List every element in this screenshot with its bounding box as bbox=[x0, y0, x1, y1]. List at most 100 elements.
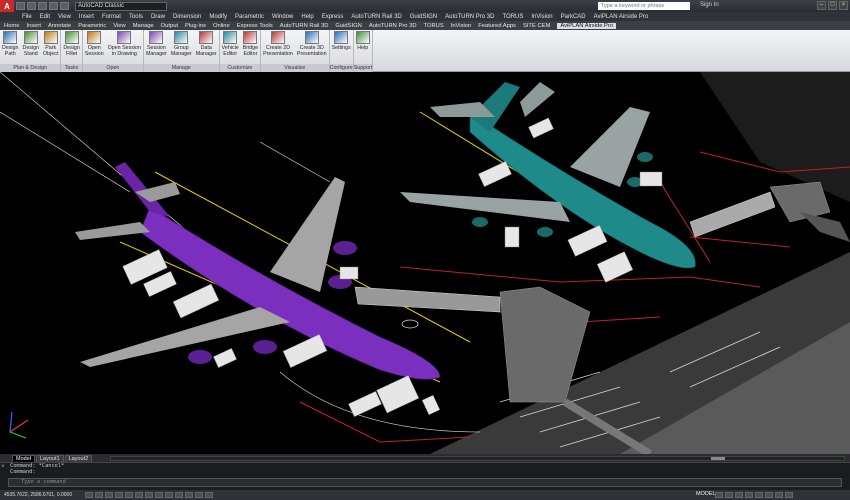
tab-output[interactable]: Output bbox=[161, 23, 178, 29]
open-icon[interactable] bbox=[27, 2, 36, 10]
ribbon-group-visualize: Create 2D Presentation Create 3D Presenta… bbox=[261, 30, 330, 72]
tab-featured-apps[interactable]: Featured Apps bbox=[478, 23, 516, 29]
dynamic-input-icon[interactable] bbox=[175, 492, 183, 498]
tab-aviplan-airside-pro[interactable]: AviPLAN Airside Pro bbox=[557, 22, 617, 29]
isolate-objects-icon[interactable] bbox=[765, 492, 773, 498]
object-snap-icon[interactable] bbox=[135, 492, 143, 498]
quick-properties-icon[interactable] bbox=[205, 492, 213, 498]
infer-constraints-icon[interactable] bbox=[85, 492, 93, 498]
bridge-editor-icon bbox=[243, 31, 258, 44]
help-button[interactable]: Help bbox=[354, 31, 372, 64]
tab-view[interactable]: View bbox=[113, 23, 125, 29]
menu-parkcad[interactable]: ParkCAD bbox=[561, 14, 586, 20]
hardware-acceleration-icon[interactable] bbox=[755, 492, 763, 498]
menu-edit[interactable]: Edit bbox=[40, 14, 50, 20]
model-space-label[interactable]: MODEL bbox=[696, 491, 716, 497]
maximize-icon[interactable]: □ bbox=[828, 1, 837, 10]
transparency-icon[interactable] bbox=[195, 492, 203, 498]
menu-parametric[interactable]: Parametric bbox=[235, 14, 264, 20]
layout-tab-layout2[interactable]: Layout2 bbox=[64, 455, 93, 462]
menu-help[interactable]: Help bbox=[301, 14, 313, 20]
menu-autoturn-pro-3d[interactable]: AutoTURN Pro 3D bbox=[445, 14, 494, 20]
status-bar-menu-icon[interactable] bbox=[775, 492, 783, 498]
tab-guidsign[interactable]: GuidSIGN bbox=[335, 23, 361, 29]
ribbon-group-configure: Settings Configure bbox=[329, 30, 354, 72]
3d-object-snap-icon[interactable] bbox=[145, 492, 153, 498]
ribbon-button-label: Bridge Editor bbox=[242, 45, 259, 57]
workspace-switching-icon[interactable] bbox=[735, 492, 743, 498]
lock-icon[interactable] bbox=[745, 492, 753, 498]
menu-file[interactable]: File bbox=[22, 14, 32, 20]
menu-invision[interactable]: InVision bbox=[531, 14, 552, 20]
polar-tracking-icon[interactable] bbox=[125, 492, 133, 498]
menu-draw[interactable]: Draw bbox=[151, 14, 165, 20]
menu-window[interactable]: Window bbox=[272, 14, 293, 20]
tab-torus[interactable]: TORUS bbox=[424, 23, 444, 29]
tab-invision[interactable]: InVision bbox=[451, 23, 472, 29]
lineweight-icon[interactable] bbox=[185, 492, 193, 498]
open-session-in-drawing-button[interactable]: Open Session in Drawing bbox=[106, 31, 143, 64]
layout-tab-layout1[interactable]: Layout1 bbox=[35, 455, 64, 462]
sign-in-link[interactable]: Sign In bbox=[700, 2, 719, 8]
close-icon[interactable]: × bbox=[1, 464, 5, 470]
create-3d-presentation-button[interactable]: Create 3D Presentation bbox=[295, 31, 329, 64]
park-object-button[interactable]: Park Object bbox=[41, 31, 60, 64]
clean-screen-icon[interactable] bbox=[785, 492, 793, 498]
search-input[interactable]: Type a keyword or phrase bbox=[598, 2, 690, 10]
object-snap-tracking-icon[interactable] bbox=[155, 492, 163, 498]
ribbon-group-title: Configure bbox=[329, 64, 353, 72]
minimize-icon[interactable]: – bbox=[817, 1, 826, 10]
tab-autoturn-rail-3d[interactable]: AutoTURN Rail 3D bbox=[280, 23, 329, 29]
tab-home[interactable]: Home bbox=[4, 23, 19, 29]
layout-tab-model[interactable]: Model bbox=[12, 455, 35, 462]
tab-manage[interactable]: Manage bbox=[133, 23, 154, 29]
tab-insert[interactable]: Insert bbox=[26, 23, 41, 29]
menu-tools[interactable]: Tools bbox=[129, 14, 143, 20]
undo-icon[interactable] bbox=[49, 2, 58, 10]
tab-site-cem[interactable]: SITE CEM bbox=[523, 23, 550, 29]
design-path-button[interactable]: Design Path bbox=[0, 31, 21, 64]
tab-online[interactable]: Online bbox=[213, 23, 230, 29]
snap-mode-icon[interactable] bbox=[95, 492, 103, 498]
menu-guidsign[interactable]: GuidSIGN bbox=[410, 14, 437, 20]
app-menu-button[interactable]: A bbox=[0, 0, 14, 12]
drawing-viewport[interactable] bbox=[0, 72, 850, 454]
menu-aviplan-airside-pro[interactable]: AviPLAN Airside Pro bbox=[594, 14, 649, 20]
menu-torus[interactable]: TORUS bbox=[502, 14, 523, 20]
workspace-select[interactable]: AutoCAD Classic bbox=[75, 1, 167, 11]
create-2d-presentation-button[interactable]: Create 2D Presentation bbox=[261, 31, 295, 64]
bridge-editor-button[interactable]: Bridge Editor bbox=[241, 31, 260, 64]
scroll-thumb[interactable] bbox=[711, 457, 725, 460]
redo-icon[interactable] bbox=[60, 2, 69, 10]
close-icon[interactable]: × bbox=[839, 1, 848, 10]
menu-modify[interactable]: Modify bbox=[209, 14, 227, 20]
menu-autoturn-rail-3d[interactable]: AutoTURN Rail 3D bbox=[351, 14, 401, 20]
tab-annotate[interactable]: Annotate bbox=[48, 23, 71, 29]
tab-autoturn-pro-3d[interactable]: AutoTURN Pro 3D bbox=[369, 23, 417, 29]
settings-button[interactable]: Settings bbox=[330, 31, 353, 64]
tab-parametric[interactable]: Parametric bbox=[78, 23, 106, 29]
annotation-scale-icon[interactable] bbox=[725, 492, 733, 498]
command-input[interactable]: Type a command bbox=[8, 478, 842, 487]
design-stand-button[interactable]: Design Stand bbox=[21, 31, 42, 64]
dynamic-ucs-icon[interactable] bbox=[165, 492, 173, 498]
menu-express[interactable]: Express bbox=[322, 14, 344, 20]
design-fillet-button[interactable]: Design Fillet bbox=[61, 31, 82, 64]
open-session-button[interactable]: Open Session bbox=[83, 31, 106, 64]
save-icon[interactable] bbox=[38, 2, 47, 10]
menu-format[interactable]: Format bbox=[102, 14, 121, 20]
vehicle-editor-button[interactable]: Vehicle Editor bbox=[220, 31, 241, 64]
menu-insert[interactable]: Insert bbox=[79, 14, 94, 20]
grid-display-icon[interactable] bbox=[105, 492, 113, 498]
data-manager-button[interactable]: Data Manager bbox=[194, 31, 219, 64]
tab-express-tools[interactable]: Express Tools bbox=[237, 23, 273, 29]
tab-plug-ins[interactable]: Plug-ins bbox=[185, 23, 206, 29]
group-manager-button[interactable]: Group Manager bbox=[169, 31, 194, 64]
horizontal-scrollbar[interactable] bbox=[110, 456, 845, 461]
session-manager-button[interactable]: Session Manager bbox=[144, 31, 169, 64]
ortho-mode-icon[interactable] bbox=[115, 492, 123, 498]
new-icon[interactable] bbox=[16, 2, 25, 10]
menu-dimension[interactable]: Dimension bbox=[173, 14, 201, 20]
menu-view[interactable]: View bbox=[58, 14, 71, 20]
viewport-scale-icon[interactable] bbox=[715, 492, 723, 498]
